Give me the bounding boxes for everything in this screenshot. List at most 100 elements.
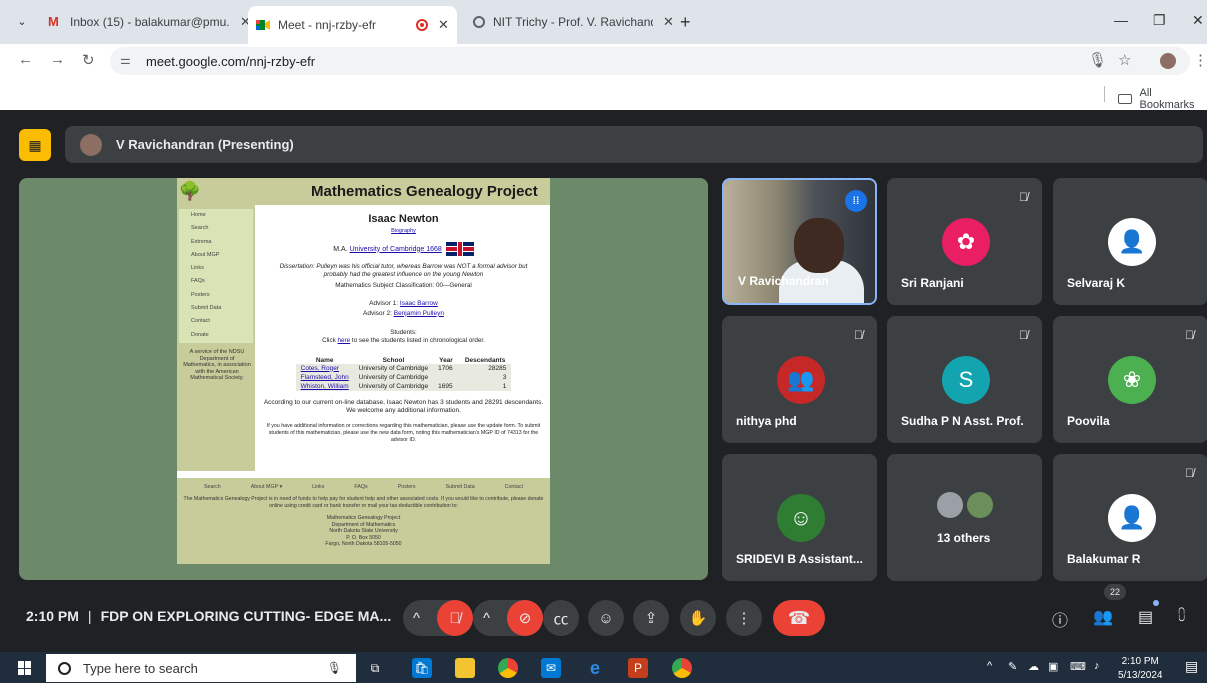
- reactions-button[interactable]: ☺: [588, 600, 624, 636]
- activities-icon: ⩇: [1178, 607, 1186, 624]
- tab-search-button[interactable]: ⌄: [12, 10, 32, 32]
- mic-off-icon: 🎙̸: [1185, 466, 1194, 480]
- participant-name: Selvaraj K: [1067, 276, 1126, 290]
- camera-off-button[interactable]: ⊘: [507, 600, 543, 636]
- meeting-details-button[interactable]: ⓘ: [1052, 607, 1068, 631]
- mgp-sidebar: Home Search Extrema About MGP Links FAQs…: [177, 205, 255, 471]
- reload-button[interactable]: ↻: [82, 51, 95, 69]
- degree-prefix: M.A.: [333, 245, 348, 253]
- windows-taskbar: Type here to search 🎙 ⧉ 🛍 ✉ e P ^ ✎ ☁ ▣ …: [0, 652, 1207, 683]
- chrome-icon[interactable]: [672, 658, 692, 678]
- participant-tile-others[interactable]: 13 others: [887, 454, 1042, 581]
- pen-icon[interactable]: ✎: [1008, 660, 1017, 673]
- degree-line: M.A. University of Cambridge 1668: [257, 242, 550, 256]
- mgp-menu-item: Contact: [191, 318, 210, 325]
- tab-meet[interactable]: Meet - nnj-rzby-efr ✕: [248, 6, 457, 44]
- tray-overflow-icon[interactable]: ^: [987, 660, 992, 672]
- address-line: Fargo, North Dakota 58105-5050: [325, 541, 402, 547]
- advisors: Advisor 1: Isaac Barrow Advisor 2: Benja…: [257, 299, 550, 319]
- mail-icon[interactable]: ✉: [541, 658, 561, 678]
- footer-link: Contact: [504, 484, 523, 490]
- edge-icon[interactable]: e: [585, 658, 605, 678]
- microphone-icon[interactable]: 🎙: [1088, 51, 1107, 69]
- more-options-button[interactable]: ⋮: [726, 600, 762, 636]
- chevron-up-icon[interactable]: ^: [483, 610, 490, 627]
- participant-tile[interactable]: 🎙̸ S Sudha P N Asst. Prof.: [887, 316, 1042, 443]
- more-vertical-icon: ⋮: [736, 610, 752, 627]
- notifications-icon[interactable]: ▤: [1185, 658, 1198, 675]
- info-text: If you have additional information or co…: [266, 422, 541, 443]
- participant-tile[interactable]: 🎙̸ 👥 nithya phd: [722, 316, 877, 443]
- minimize-button[interactable]: —: [1114, 12, 1128, 28]
- chrome-icon[interactable]: [498, 658, 518, 678]
- close-tab-icon[interactable]: ✕: [663, 14, 674, 30]
- presentation-toggle-icon[interactable]: ▦: [19, 129, 51, 161]
- back-button[interactable]: ←: [18, 51, 33, 68]
- new-tab-button[interactable]: +: [680, 12, 691, 33]
- task-view-icon[interactable]: ⧉: [365, 658, 385, 678]
- leave-call-button[interactable]: ☎: [773, 600, 825, 636]
- forward-button[interactable]: →: [50, 51, 65, 68]
- store-icon[interactable]: 🛍: [412, 658, 432, 678]
- browser-tab-bar: ⌄ M Inbox (15) - balakumar@pmu.e ✕ Meet …: [0, 0, 1207, 44]
- participant-tile[interactable]: 👤 Selvaraj K: [1053, 178, 1207, 305]
- mic-off-button[interactable]: 🎙̸: [437, 600, 473, 636]
- mic-off-icon: 🎙̸: [854, 328, 863, 342]
- chat-button[interactable]: ▤: [1138, 607, 1153, 627]
- mgp-title: Mathematics Genealogy Project: [311, 183, 538, 200]
- tab-gmail[interactable]: M Inbox (15) - balakumar@pmu.e ✕: [40, 8, 259, 36]
- close-window-button[interactable]: ✕: [1192, 12, 1204, 29]
- all-bookmarks-button[interactable]: All Bookmarks: [1118, 87, 1207, 111]
- column-header: School: [382, 356, 405, 364]
- omnibox[interactable]: ⚌ meet.google.com/nnj-rzby-efr: [110, 47, 1190, 75]
- mgp-menu-item: Posters: [191, 291, 210, 298]
- search-placeholder: Type here to search: [83, 660, 198, 676]
- gmail-icon: M: [48, 14, 59, 29]
- taskbar-search-input[interactable]: Type here to search 🎙: [46, 654, 356, 682]
- microphone-icon[interactable]: 🎙: [327, 661, 342, 675]
- participant-tile[interactable]: 🎙̸ ✿ Sri Ranjani: [887, 178, 1042, 305]
- mic-control[interactable]: ^ 🎙̸: [403, 600, 473, 636]
- url-text[interactable]: meet.google.com/nnj-rzby-efr: [146, 54, 315, 69]
- network-icon[interactable]: ▣: [1048, 660, 1058, 673]
- camera-control[interactable]: ^ ⊘: [473, 600, 543, 636]
- powerpoint-icon[interactable]: P: [628, 658, 648, 678]
- advisor-link: Benjamin Pulleyn: [393, 309, 444, 317]
- divider: [1104, 86, 1105, 102]
- cloud-icon[interactable]: ☁: [1028, 660, 1039, 673]
- people-button[interactable]: 👥: [1093, 607, 1113, 627]
- student-school: University of Cambridge: [353, 381, 434, 391]
- tab-title: Inbox (15) - balakumar@pmu.e: [70, 15, 230, 29]
- chevron-up-icon[interactable]: ^: [413, 610, 420, 627]
- file-explorer-icon[interactable]: [455, 658, 475, 678]
- participant-tile[interactable]: 🎙̸ ❀ Poovila: [1053, 316, 1207, 443]
- address-bar: ← → ↻ ⚌ meet.google.com/nnj-rzby-efr 🎙 ☆…: [0, 44, 1207, 78]
- restore-button[interactable]: ❐: [1153, 12, 1166, 29]
- volume-icon[interactable]: ♪: [1094, 660, 1100, 672]
- advisor-label: Advisor 2:: [363, 309, 392, 317]
- degree-university: University of Cambridge 1668: [349, 245, 442, 253]
- site-settings-icon[interactable]: ⚌: [120, 53, 131, 67]
- participant-tile[interactable]: 🎙̸ 👤 Balakumar R: [1053, 454, 1207, 581]
- tab-nit-trichy[interactable]: NIT Trichy - Prof. V. Ravichandr ✕: [465, 8, 682, 36]
- windows-start-icon[interactable]: [18, 661, 32, 675]
- captions-button[interactable]: ㏄: [543, 600, 579, 636]
- participant-tile[interactable]: ☺ SRIDEVI B Assistant...: [722, 454, 877, 581]
- present-button[interactable]: ⇪: [633, 600, 669, 636]
- raise-hand-button[interactable]: ✋: [680, 600, 716, 636]
- recording-icon: [416, 19, 428, 31]
- shared-webpage: 🌳 Mathematics Genealogy Project Home Sea…: [177, 178, 550, 564]
- descendant-count: According to our current on-line databas…: [257, 399, 550, 415]
- close-tab-icon[interactable]: ✕: [438, 17, 449, 33]
- mgp-menu-item: Extrema: [191, 238, 212, 245]
- bookmark-star-icon[interactable]: ☆: [1118, 51, 1131, 69]
- uk-flag-icon: [445, 242, 474, 256]
- system-clock[interactable]: 2:10 PM 5/13/2024: [1118, 655, 1163, 683]
- participant-tile-video[interactable]: ⁞⁞ V Ravichandran: [722, 178, 877, 305]
- profile-avatar[interactable]: [1160, 53, 1176, 69]
- input-method-icon[interactable]: ⌨: [1070, 660, 1086, 673]
- clock-date: 5/13/2024: [1118, 670, 1163, 681]
- table-row: Cotes, Roger University of Cambridge 170…: [295, 363, 512, 373]
- browser-menu-icon[interactable]: ⋮: [1193, 51, 1207, 69]
- activities-button[interactable]: ⩇: [1178, 607, 1185, 625]
